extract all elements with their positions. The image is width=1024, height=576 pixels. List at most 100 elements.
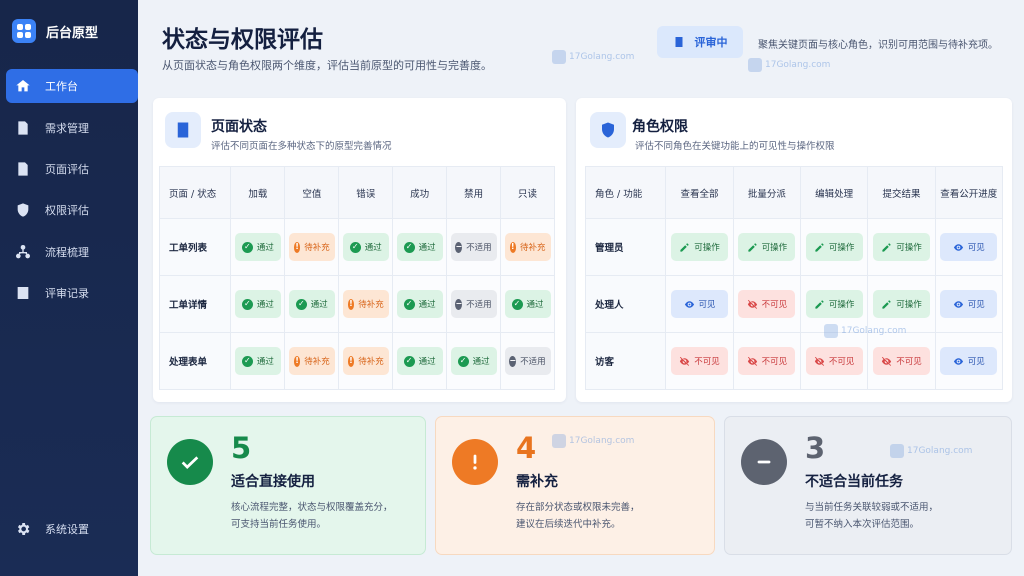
watermark: 17Golang.com [552, 434, 634, 448]
summary-line: 可支持当前任务使用。 [231, 519, 327, 530]
permission-tag: 可见 [940, 290, 998, 318]
column-header: 查看公开进度 [934, 166, 1004, 219]
status-tag-label: 通过 [256, 300, 274, 310]
status-tag-label: 通过 [418, 300, 436, 310]
check-circle-icon: ✓ [295, 298, 307, 310]
summary-card-not-suitable[interactable]: 3 不适合当前任务 与当前任务关联较弱或不适用， 可暂不纳入本次评估范围。 [724, 416, 1012, 555]
document-icon [675, 37, 682, 47]
table-cell: − 不适用 [500, 332, 555, 390]
app-name: 后台原型 [46, 25, 99, 41]
edit-icon [680, 242, 689, 252]
sidebar-item-requirements[interactable]: 需求管理 [6, 111, 138, 145]
table-cell: ! 待补充 [338, 275, 394, 333]
table-cell: 不可见 [867, 332, 936, 390]
watermark: 17Golang.com [552, 50, 634, 64]
status-badge[interactable]: 评审中 [657, 26, 743, 58]
exclamation-icon [452, 439, 498, 485]
summary-count: 5 [231, 431, 252, 465]
table-cell: 可见 [934, 275, 1004, 333]
edit-icon [882, 242, 891, 252]
warning-circle-icon: ! [293, 241, 301, 253]
table-cell: ✓ 通过 [230, 218, 286, 276]
eye-off-icon [747, 299, 757, 309]
watermark-text: 17Golang.com [765, 60, 831, 70]
app-logo-icon [12, 19, 36, 43]
summary-text: 与当前任务关联较弱或不适用， 可暂不纳入本次评估范围。 [805, 499, 995, 533]
status-tag: ✓ 通过 [504, 290, 551, 318]
panel-title: 页面状态 [211, 119, 267, 135]
status-tag-label: 待补充 [358, 357, 384, 367]
watermark: 17Golang.com [890, 444, 972, 458]
watermark-text: 17Golang.com [841, 326, 907, 336]
sidebar-item-flow[interactable]: 流程梳理 [6, 235, 138, 269]
panel-title: 角色权限 [632, 119, 688, 135]
table-row: 工单详情 ✓ 通过 ✓ 通过! 待补充 ✓ 通过 − 不适用 ✓ 通过 [158, 275, 555, 333]
table-cell: 可见 [665, 275, 734, 333]
permission-tag-label: 可操作 [896, 300, 922, 310]
status-tag: − 不适用 [504, 347, 551, 375]
summary-count: 3 [805, 431, 826, 465]
watermark-text: 17Golang.com [907, 446, 973, 456]
page-icon [165, 112, 201, 148]
status-tag: ✓ 通过 [396, 290, 443, 318]
summary-line: 与当前任务关联较弱或不适用， [805, 502, 939, 513]
sidebar-item-workbench[interactable]: 工作台 [6, 69, 138, 103]
column-header: 加载 [230, 166, 286, 219]
check-circle-icon: ✓ [511, 298, 523, 310]
main-content: 状态与权限评估 从页面状态与角色权限两个维度，评估当前原型的可用性与完善度。 评… [138, 0, 1024, 576]
eye-icon [953, 300, 963, 308]
sidebar-item-page-eval[interactable]: 页面评估 [6, 152, 138, 186]
brand[interactable]: 后台原型 [0, 0, 138, 62]
warning-circle-icon: ! [509, 241, 516, 253]
summary-line: 建议在后续迭代中补充。 [516, 519, 621, 530]
permission-tag-label: 可见 [967, 243, 985, 253]
status-tag: ✓ 通过 [396, 347, 443, 375]
permission-tag: 可操作 [805, 233, 863, 261]
permission-tag: 不可见 [671, 347, 729, 375]
table-cell: 可操作 [867, 218, 936, 276]
table-cell: 可操作 [732, 218, 802, 276]
page-title: 状态与权限评估 [162, 27, 323, 53]
status-tag-label: 通过 [310, 300, 328, 310]
summary-title: 需补充 [516, 474, 558, 490]
status-tag: ! 待补充 [342, 347, 389, 375]
check-circle-icon: ✓ [403, 241, 415, 253]
row-header: 处理表单 [158, 332, 232, 390]
status-tag: ✓ 通过 [234, 347, 281, 375]
check-circle-icon: ✓ [241, 355, 253, 367]
summary-card-ready[interactable]: 5 适合直接使用 核心流程完整，状态与权限覆盖充分， 可支持当前任务使用。 [150, 416, 426, 555]
permission-tag-label: 不可见 [761, 357, 788, 367]
table-cell: ✓ 通过 [284, 275, 340, 333]
permission-tag-label: 可操作 [896, 243, 922, 253]
table-cell: 不可见 [665, 332, 734, 390]
status-tag: ✓ 通过 [396, 233, 443, 261]
permission-tag: 不可见 [805, 347, 863, 375]
permission-tag: 可见 [940, 233, 998, 261]
table-cell: ✓ 通过 [392, 275, 448, 333]
status-tag: ! 待补充 [288, 233, 335, 261]
eye-off-icon [747, 356, 757, 366]
watermark-icon [552, 434, 566, 448]
summary-title: 不适合当前任务 [805, 474, 903, 490]
row-header: 访客 [584, 332, 667, 390]
status-tag: − 不适用 [450, 290, 497, 318]
sidebar-item-settings[interactable]: 系统设置 [6, 512, 138, 546]
status-tag-label: 待补充 [304, 243, 330, 253]
column-header: 禁用 [446, 166, 502, 219]
eye-icon [684, 300, 694, 308]
row-header: 工单列表 [158, 218, 232, 276]
sidebar-item-perm-eval[interactable]: 权限评估 [6, 193, 138, 227]
shield-icon [590, 112, 626, 148]
status-tag: ✓ 通过 [342, 233, 389, 261]
permission-tag-label: 可操作 [828, 300, 855, 310]
column-header: 成功 [392, 166, 448, 219]
sidebar-item-review-log[interactable]: 评审记录 [6, 276, 138, 310]
table-row: 处理表单 ✓ 通过! 待补充! 待补充 ✓ 通过 ✓ 通过 − 不适用 [158, 332, 555, 390]
table-cell: 可操作 [665, 218, 734, 276]
status-tag-label: 通过 [256, 357, 274, 367]
permission-tag: 可操作 [872, 290, 930, 318]
table-cell: 不可见 [732, 275, 802, 333]
permission-tag: 可操作 [805, 290, 863, 318]
table-cell: − 不适用 [446, 275, 502, 333]
summary-text: 存在部分状态或权限未完善， 建议在后续迭代中补充。 [516, 499, 706, 533]
